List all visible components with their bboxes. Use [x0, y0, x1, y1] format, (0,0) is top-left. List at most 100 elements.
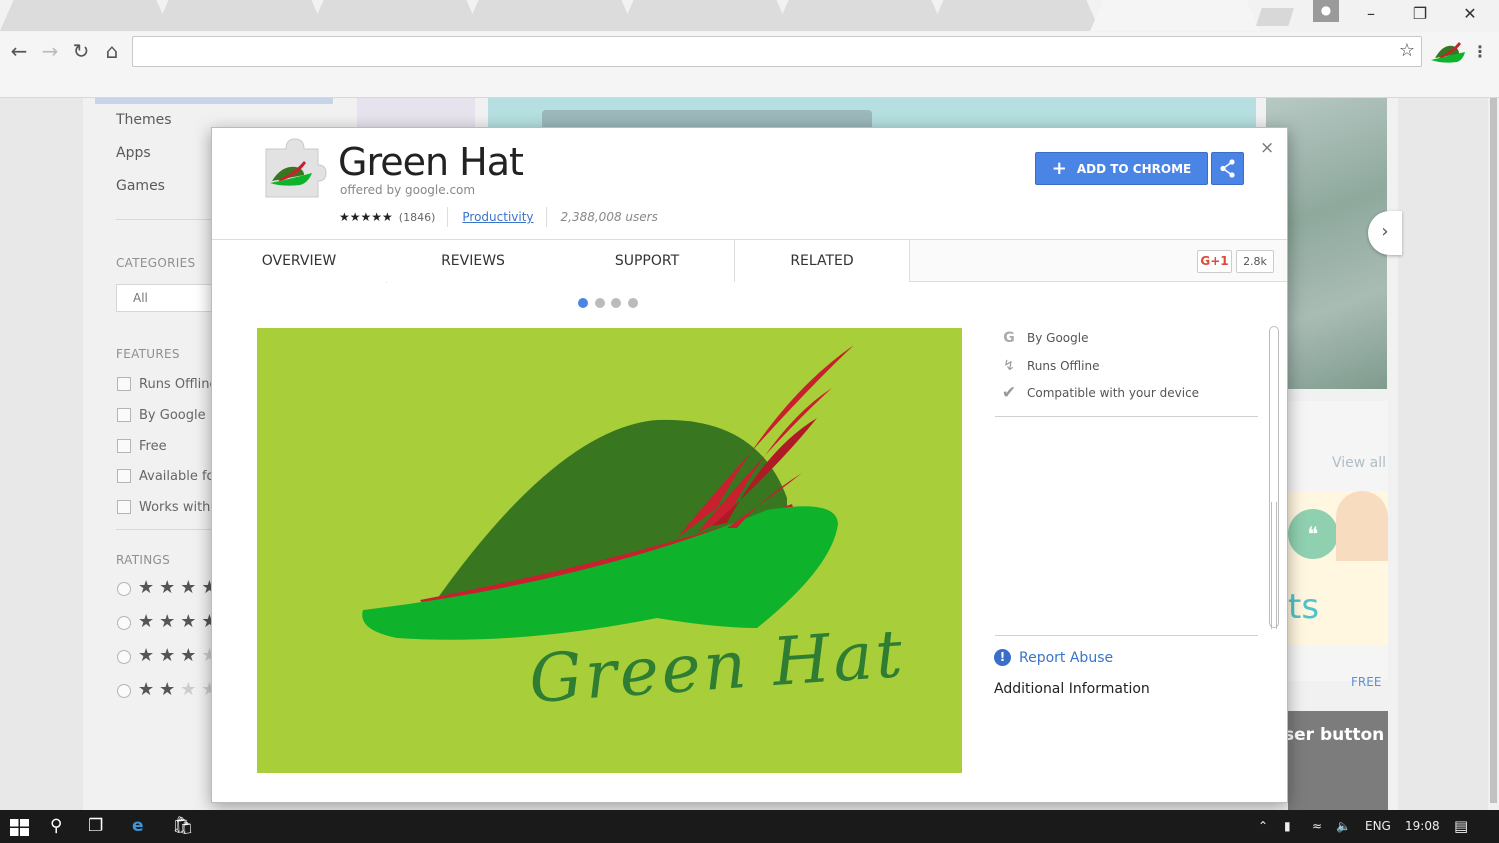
language-indicator[interactable]: ENG	[1365, 819, 1391, 833]
category-link[interactable]: Productivity	[462, 210, 533, 224]
feature-label: Works with Google Drive	[139, 500, 211, 515]
action-center-icon[interactable]: ▤	[1454, 817, 1468, 835]
carousel-dot[interactable]	[611, 298, 621, 308]
browser-tab-active[interactable]	[1090, 0, 1260, 31]
additional-info-heading: Additional Information	[994, 681, 1150, 697]
background-hangouts-tile: ❝ ts	[1288, 491, 1388, 645]
extension-screenshot[interactable]: Green Hat	[257, 328, 962, 773]
feature-checkbox[interactable]	[117, 439, 131, 453]
close-dialog-button[interactable]: ×	[1260, 138, 1274, 158]
view-all-link[interactable]: View all	[1332, 455, 1386, 471]
restore-button[interactable]: ❐	[1397, 2, 1443, 28]
details-scrollbar-track[interactable]	[1271, 502, 1277, 629]
rating-stars-icon: ★★★★	[138, 679, 218, 700]
add-to-chrome-button[interactable]: + ADD TO CHROME	[1035, 152, 1208, 185]
forward-arrow-icon[interactable]: →	[36, 37, 64, 65]
rating-stars-icon: ★★★★	[138, 645, 218, 666]
tab-reviews[interactable]: REVIEWS	[386, 240, 561, 282]
address-bar[interactable]: ☆	[132, 36, 1422, 67]
browser-tab[interactable]	[465, 0, 635, 31]
add-to-chrome-label: ADD TO CHROME	[1076, 161, 1192, 176]
extension-meta: ★★★★★ (1846) Productivity 2,388,008 user…	[339, 207, 658, 227]
clock[interactable]: 19:08	[1405, 819, 1440, 833]
sidebar-divider	[116, 529, 226, 530]
feature-checkbox[interactable]	[117, 500, 131, 514]
rating-count[interactable]: (1846)	[399, 211, 436, 224]
feature-checkbox[interactable]	[117, 469, 131, 483]
bookmark-star-icon[interactable]: ☆	[1399, 40, 1415, 61]
detail-tabs: OVERVIEW REVIEWS SUPPORT RELATED G+1 2.8…	[212, 239, 1287, 283]
chrome-menu-icon[interactable]: ⋮	[1472, 42, 1488, 61]
feature-label: Runs Offline	[1027, 358, 1100, 373]
browser-tab[interactable]	[155, 0, 325, 31]
browser-tab[interactable]	[0, 0, 170, 31]
edge-icon[interactable]: e	[132, 816, 144, 836]
reload-icon[interactable]: ↻	[67, 37, 95, 65]
rating-radio[interactable]	[117, 616, 131, 630]
browser-tab[interactable]	[930, 0, 1100, 31]
features-heading: FEATURES	[116, 347, 180, 361]
volume-icon[interactable]: 🔈	[1336, 819, 1351, 833]
store-icon[interactable]: 🛍	[172, 816, 194, 836]
rating-stars-icon: ★★★★	[138, 611, 218, 632]
tab-overview[interactable]: OVERVIEW	[212, 240, 387, 283]
browser-tab[interactable]	[620, 0, 790, 31]
profile-icon[interactable]: ●	[1313, 0, 1339, 22]
quote-bubble-icon: ❝	[1288, 509, 1338, 559]
search-icon[interactable]: ⚲	[50, 816, 62, 836]
show-hidden-icons-chevron-icon[interactable]: ⌃	[1258, 819, 1268, 833]
rating-radio[interactable]	[117, 684, 131, 698]
lightning-icon: ↯	[1003, 357, 1015, 374]
back-arrow-icon[interactable]: ←	[5, 37, 33, 65]
rating-stars-icon: ★★★★★	[339, 210, 393, 224]
avatar-illustration	[1336, 491, 1388, 561]
tab-related[interactable]: RELATED	[735, 240, 910, 282]
alert-icon: !	[994, 649, 1011, 666]
feature-by-google: G By Google	[995, 326, 1258, 354]
feature-compatible: ✔ Compatible with your device	[995, 381, 1258, 409]
wifi-icon[interactable]: ≈	[1312, 819, 1322, 833]
meta-divider	[447, 207, 449, 227]
sidebar-item-themes[interactable]: Themes	[116, 112, 172, 128]
rating-radio[interactable]	[117, 650, 131, 664]
ratings-heading: RATINGS	[116, 553, 170, 567]
carousel-dot[interactable]	[594, 298, 605, 308]
rating-radio[interactable]	[117, 582, 131, 596]
report-abuse-link[interactable]: ! Report Abuse	[994, 649, 1113, 666]
feature-label: By Google	[1027, 331, 1089, 345]
sidebar-item-games[interactable]: Games	[116, 178, 165, 194]
google-plus-button[interactable]: G+1	[1197, 250, 1232, 273]
page-scrollbar[interactable]	[1488, 98, 1499, 810]
carousel-dot[interactable]	[627, 298, 638, 308]
browser-tab[interactable]	[310, 0, 480, 31]
share-button[interactable]	[1211, 152, 1244, 185]
green-hat-extension-icon[interactable]	[1429, 38, 1469, 66]
browser-toolbar: ← → ↻ ⌂ ☆	[0, 32, 1499, 72]
carousel-dot-active[interactable]	[578, 298, 588, 308]
browser-tab[interactable]	[775, 0, 945, 31]
background-promo-tile: ser button	[1284, 711, 1388, 810]
feature-checkbox[interactable]	[117, 408, 131, 422]
sidebar-divider	[116, 219, 226, 220]
google-plus-count: 2.8k	[1236, 250, 1274, 273]
extension-puzzle-icon	[265, 138, 327, 198]
battery-icon[interactable]: ▮	[1284, 819, 1291, 833]
feature-label: Free	[139, 439, 167, 454]
tab-support[interactable]: SUPPORT	[560, 240, 735, 282]
home-icon[interactable]: ⌂	[98, 37, 126, 65]
new-tab-button[interactable]	[1256, 8, 1294, 26]
report-abuse-label: Report Abuse	[1019, 649, 1114, 666]
windows-taskbar: ⚲ ❐ e 🛍 ⌃ ▮ ≈ 🔈 ENG 19:08 ▤	[0, 810, 1499, 843]
feature-label: By Google	[139, 408, 206, 423]
promo-text: ser button	[1284, 725, 1385, 745]
task-view-icon[interactable]: ❐	[88, 816, 103, 836]
windows-start-icon[interactable]	[10, 819, 29, 836]
close-window-button[interactable]: ✕	[1447, 2, 1493, 28]
feature-checkbox[interactable]	[117, 377, 131, 391]
page-scrollbar-thumb[interactable]	[1490, 98, 1497, 803]
rating-stars-icon: ★★★★	[138, 577, 218, 598]
feature-runs-offline: ↯ Runs Offline	[995, 354, 1258, 382]
categories-heading: CATEGORIES	[116, 256, 196, 270]
minimize-button[interactable]: –	[1348, 2, 1394, 28]
sidebar-item-apps[interactable]: Apps	[116, 145, 151, 161]
